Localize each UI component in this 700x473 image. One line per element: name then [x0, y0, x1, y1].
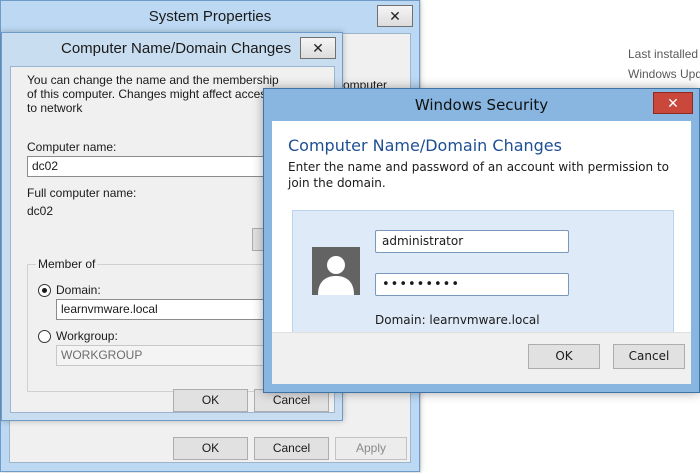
close-icon: ✕ — [667, 95, 679, 111]
computer-name-input[interactable]: dc02 — [27, 156, 287, 177]
system-properties-close-button[interactable]: ✕ — [377, 5, 413, 27]
password-input[interactable]: ••••••••• — [375, 273, 569, 296]
full-computer-name-value: dc02 — [27, 204, 54, 218]
computer-name-label: Computer name: — [27, 140, 117, 154]
system-properties-ok-button[interactable]: OK — [173, 437, 248, 460]
windows-security-footer: OK Cancel — [272, 332, 691, 384]
windows-security-client: Computer Name/Domain Changes Enter the n… — [272, 121, 691, 384]
domain-changes-close-button[interactable]: ✕ — [300, 37, 336, 59]
domain-changes-title: Computer Name/Domain Changes — [61, 40, 292, 57]
windows-security-window: Windows Security ✕ Computer Name/Domain … — [263, 88, 700, 393]
credential-tile[interactable]: administrator ••••••••• Domain: learnvmw… — [292, 210, 674, 334]
domain-changes-intro: You can change the name and the membersh… — [27, 73, 279, 115]
windows-security-description: Enter the name and password of an accoun… — [288, 160, 669, 190]
domain-radio[interactable] — [38, 284, 51, 297]
windows-update-text: Windows Upd — [628, 67, 700, 81]
windows-security-heading: Computer Name/Domain Changes — [288, 136, 562, 155]
windows-security-cancel-button[interactable]: Cancel — [613, 344, 685, 369]
windows-security-ok-button[interactable]: OK — [528, 344, 600, 369]
workgroup-radio[interactable] — [38, 330, 51, 343]
system-properties-cancel-button[interactable]: Cancel — [254, 437, 329, 460]
workgroup-input[interactable]: WORKGROUP — [56, 345, 296, 366]
domain-input[interactable]: learnvmware.local — [56, 299, 296, 320]
windows-security-title: Windows Security — [414, 96, 549, 114]
domain-label: Domain: — [56, 283, 101, 297]
domain-changes-ok-button[interactable]: OK — [173, 389, 248, 412]
full-computer-name-label: Full computer name: — [27, 186, 137, 200]
workgroup-label: Workgroup: — [56, 329, 118, 343]
close-icon: ✕ — [312, 40, 324, 56]
user-avatar-icon — [312, 247, 360, 295]
system-properties-title: System Properties — [148, 8, 272, 25]
close-icon: ✕ — [389, 8, 401, 24]
system-properties-apply-button[interactable]: Apply — [335, 437, 407, 460]
windows-security-close-button[interactable]: ✕ — [653, 92, 693, 114]
last-installed-text: Last installed — [628, 47, 699, 61]
username-input[interactable]: administrator — [375, 230, 569, 253]
domain-info-text: Domain: learnvmware.local — [375, 313, 540, 327]
member-of-label: Member of — [36, 257, 98, 271]
